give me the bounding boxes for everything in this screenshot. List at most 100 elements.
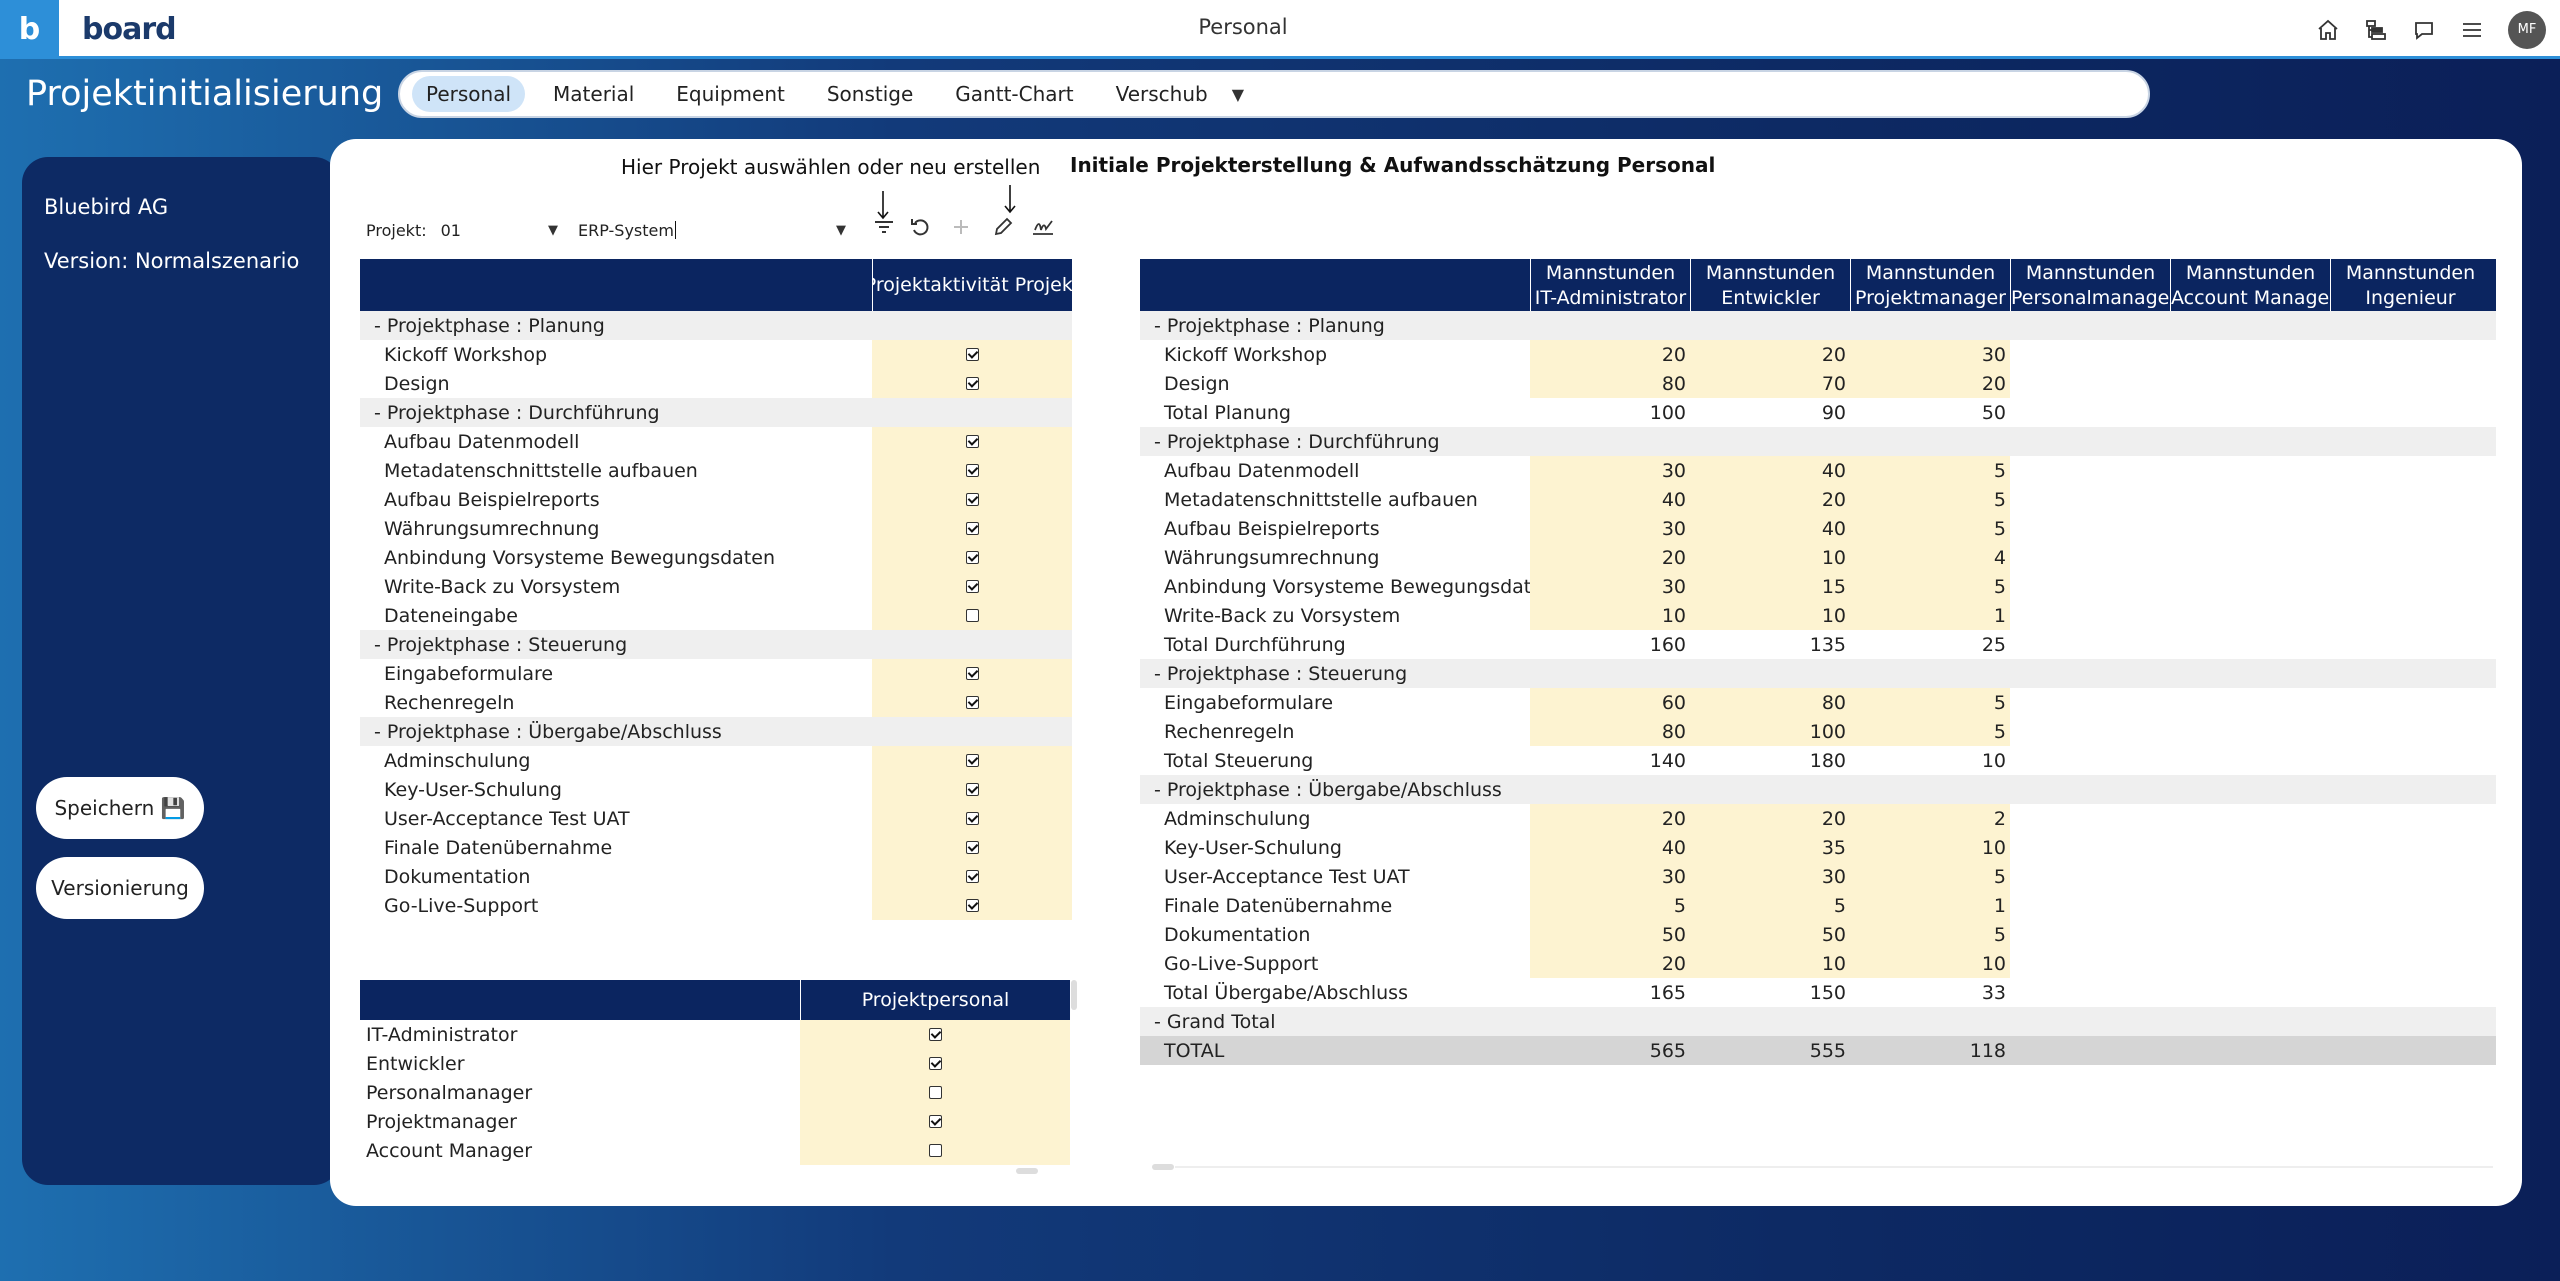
- value-cell[interactable]: 30: [1850, 340, 2010, 369]
- row-label[interactable]: - Projektphase : Durchführung: [1140, 427, 1530, 456]
- value-cell[interactable]: 15: [1690, 572, 1850, 601]
- tab-gantt-chart[interactable]: Gantt-Chart: [941, 76, 1087, 112]
- personnel-vscrollbar[interactable]: [1071, 980, 1077, 1010]
- value-cell[interactable]: 20: [1530, 804, 1690, 833]
- value-cell[interactable]: 5: [1850, 920, 2010, 949]
- value-cell[interactable]: 10: [1850, 949, 2010, 978]
- value-cell[interactable]: 2: [1850, 804, 2010, 833]
- project-selector[interactable]: Projekt: 01 ▼: [366, 215, 558, 245]
- personnel-checkbox[interactable]: [928, 1144, 942, 1157]
- value-cell[interactable]: 10: [1690, 601, 1850, 630]
- value-cell[interactable]: 30: [1530, 572, 1690, 601]
- value-cell[interactable]: 20: [1530, 543, 1690, 572]
- activity-checkbox[interactable]: [965, 899, 979, 912]
- row-label[interactable]: - Projektphase : Übergabe/Abschluss: [1140, 775, 1530, 804]
- value-cell[interactable]: 4: [1850, 543, 2010, 572]
- activity-checkbox[interactable]: [965, 754, 979, 767]
- value-cell[interactable]: 70: [1690, 369, 1850, 398]
- value-cell[interactable]: 80: [1530, 369, 1690, 398]
- row-label[interactable]: - Projektphase : Planung: [1140, 311, 1530, 340]
- value-cell[interactable]: 20: [1530, 949, 1690, 978]
- personnel-checkbox[interactable]: [928, 1057, 942, 1070]
- value-cell[interactable]: 30: [1530, 862, 1690, 891]
- activity-checkbox[interactable]: [965, 377, 979, 390]
- comment-icon[interactable]: [2400, 0, 2448, 59]
- value-cell[interactable]: 20: [1530, 340, 1690, 369]
- value-cell[interactable]: 30: [1690, 862, 1850, 891]
- activity-checkbox[interactable]: [965, 551, 979, 564]
- row-label[interactable]: - Projektphase : Steuerung: [1140, 659, 1530, 688]
- value-cell[interactable]: 40: [1690, 514, 1850, 543]
- project-chevron-down-icon[interactable]: ▼: [548, 223, 558, 238]
- activity-checkbox[interactable]: [965, 609, 979, 622]
- value-cell[interactable]: 5: [1850, 717, 2010, 746]
- value-cell[interactable]: 80: [1530, 717, 1690, 746]
- value-cell[interactable]: 20: [1690, 485, 1850, 514]
- activity-checkbox[interactable]: [965, 493, 979, 506]
- value-cell[interactable]: 10: [1530, 601, 1690, 630]
- row-label[interactable]: - Grand Total: [1140, 1007, 1530, 1036]
- sign-icon[interactable]: [1030, 214, 1056, 240]
- tab-material[interactable]: Material: [539, 76, 648, 112]
- value-cell[interactable]: 5: [1850, 572, 2010, 601]
- value-cell[interactable]: 5: [1850, 485, 2010, 514]
- value-cell[interactable]: 10: [1690, 949, 1850, 978]
- value-cell[interactable]: 50: [1690, 920, 1850, 949]
- value-cell[interactable]: 5: [1690, 891, 1850, 920]
- activity-checkbox[interactable]: [965, 580, 979, 593]
- save-button[interactable]: Speichern 💾: [36, 777, 204, 839]
- value-cell[interactable]: 20: [1690, 340, 1850, 369]
- structure-icon[interactable]: [2352, 0, 2400, 59]
- value-cell[interactable]: 1: [1850, 601, 2010, 630]
- value-cell[interactable]: 20: [1850, 369, 2010, 398]
- system-chevron-down-icon[interactable]: ▼: [836, 223, 846, 238]
- row-label[interactable]: - Projektphase : Planung: [360, 311, 872, 340]
- value-cell[interactable]: 35: [1690, 833, 1850, 862]
- value-cell[interactable]: 20: [1690, 804, 1850, 833]
- value-cell[interactable]: 30: [1530, 456, 1690, 485]
- row-label[interactable]: - Projektphase : Steuerung: [360, 630, 872, 659]
- personnel-checkbox[interactable]: [928, 1115, 942, 1128]
- versioning-button[interactable]: Versionierung: [36, 857, 204, 919]
- value-cell[interactable]: 5: [1850, 862, 2010, 891]
- personnel-checkbox[interactable]: [928, 1086, 942, 1099]
- tab-sonstige[interactable]: Sonstige: [813, 76, 927, 112]
- activity-checkbox[interactable]: [965, 841, 979, 854]
- activity-checkbox[interactable]: [965, 870, 979, 883]
- refresh-icon[interactable]: [908, 214, 934, 240]
- activity-checkbox[interactable]: [965, 812, 979, 825]
- row-label[interactable]: - Projektphase : Durchführung: [360, 398, 872, 427]
- row-label[interactable]: - Projektphase : Übergabe/Abschluss: [360, 717, 872, 746]
- value-cell[interactable]: 30: [1530, 514, 1690, 543]
- tab-equipment[interactable]: Equipment: [662, 76, 799, 112]
- value-cell[interactable]: 80: [1690, 688, 1850, 717]
- filter-icon[interactable]: [871, 214, 897, 240]
- value-cell[interactable]: 5: [1850, 456, 2010, 485]
- value-cell[interactable]: 5: [1850, 688, 2010, 717]
- avatar[interactable]: MF: [2508, 10, 2546, 49]
- value-cell[interactable]: 40: [1530, 485, 1690, 514]
- value-cell[interactable]: 60: [1530, 688, 1690, 717]
- add-icon[interactable]: [948, 214, 974, 240]
- tabs-more-chevron-icon[interactable]: ▼: [1232, 85, 1244, 104]
- hours-scrollbar[interactable]: [1152, 1164, 1174, 1170]
- menu-icon[interactable]: [2448, 0, 2496, 59]
- activity-checkbox[interactable]: [965, 522, 979, 535]
- activity-checkbox[interactable]: [965, 464, 979, 477]
- value-cell[interactable]: 40: [1690, 456, 1850, 485]
- personnel-checkbox[interactable]: [928, 1028, 942, 1041]
- edit-icon[interactable]: [990, 214, 1016, 240]
- home-icon[interactable]: [2304, 0, 2352, 59]
- value-cell[interactable]: 50: [1530, 920, 1690, 949]
- activity-checkbox[interactable]: [965, 783, 979, 796]
- value-cell[interactable]: 1: [1850, 891, 2010, 920]
- value-cell[interactable]: 100: [1690, 717, 1850, 746]
- value-cell[interactable]: 5: [1850, 514, 2010, 543]
- system-selector[interactable]: ERP-System ▼: [578, 215, 846, 245]
- tab-verschub[interactable]: Verschub: [1102, 76, 1222, 112]
- value-cell[interactable]: 10: [1690, 543, 1850, 572]
- value-cell[interactable]: 5: [1530, 891, 1690, 920]
- personnel-scrollbar[interactable]: [1016, 1168, 1038, 1174]
- value-cell[interactable]: 10: [1850, 833, 2010, 862]
- value-cell[interactable]: 40: [1530, 833, 1690, 862]
